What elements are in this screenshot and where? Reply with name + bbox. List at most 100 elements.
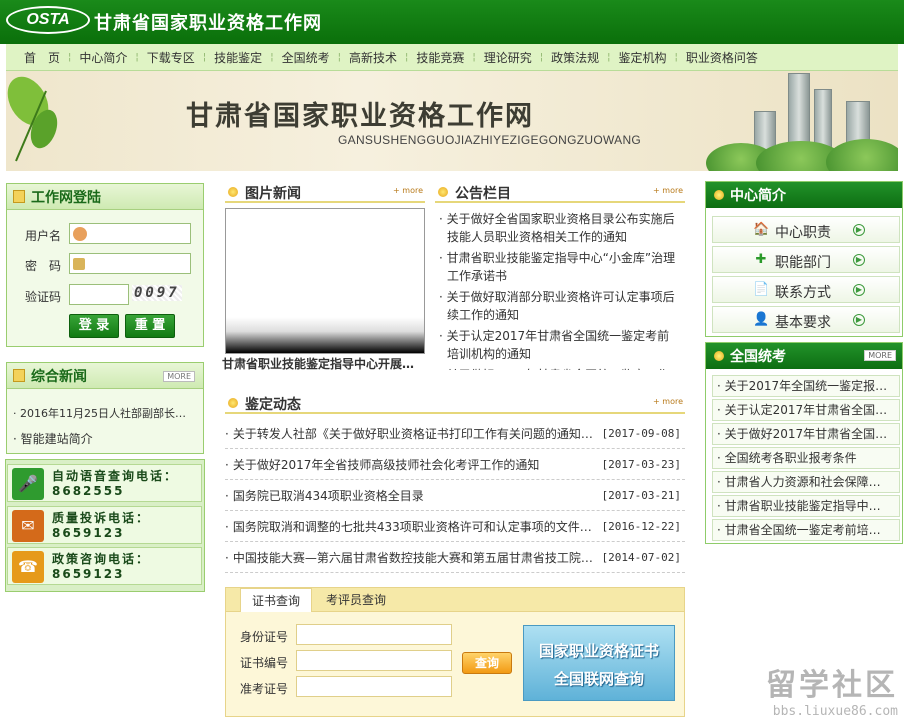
appraisal-row-title[interactable]: 国务院取消和调整的七批共433项职业资格许可和认定事项的文件… xyxy=(229,518,599,535)
nav-item[interactable]: 高新技术 xyxy=(341,49,405,66)
photo-news-caption[interactable]: 甘肃省职业技能鉴定指导中心开展… xyxy=(222,355,428,372)
list-item[interactable]: · 智能建站简介 xyxy=(13,430,93,447)
password-label: 密 码 xyxy=(25,259,62,273)
national-exam-item[interactable]: · 甘肃省职业技能鉴定指导中… xyxy=(712,495,900,517)
appraisal-row-title[interactable]: 关于转发人社部《关于做好职业资格证书打印工作有关问题的通知… xyxy=(229,425,599,442)
photo-news-image[interactable] xyxy=(225,208,425,354)
center-intro-item-label: 职能部门 xyxy=(775,255,831,271)
national-exam-item[interactable]: · 关于2017年全国统一鉴定报… xyxy=(712,375,900,397)
center-intro-item[interactable]: ✚ 职能部门 ▶ xyxy=(712,246,900,273)
combined-news-more-link[interactable]: MORE xyxy=(163,371,195,382)
notice-item[interactable]: · 关于做好取消部分职业资格许可认定事项后续工作的通知 xyxy=(437,288,681,324)
certificate-query-panel: 证书查询 考评员查询 身份证号 证书编号 准考证号 查询 国家职业资格证书 全国… xyxy=(225,587,685,717)
national-exam-item[interactable]: · 甘肃省人力资源和社会保障… xyxy=(712,471,900,493)
nav-item[interactable]: 全国统考 xyxy=(274,49,338,66)
nav-item[interactable]: 理论研究 xyxy=(476,49,540,66)
notice-item[interactable]: · 关于做好2017年甘肃省全国统一鉴定工作的 xyxy=(437,366,681,370)
notice-item[interactable]: · 关于做好全省国家职业资格目录公布实施后技能人员职业资格相关工作的通知 xyxy=(437,210,681,246)
captcha-image[interactable]: 0097 xyxy=(132,285,182,301)
id-number-input[interactable] xyxy=(296,624,452,645)
notice-list: · 关于做好全省国家职业资格目录公布实施后技能人员职业资格相关工作的通知 · 甘肃… xyxy=(437,210,681,370)
list-item[interactable]: · 2016年11月25日人社部副部长… xyxy=(13,405,186,421)
appraisal-row-date: [2016-12-22] xyxy=(601,520,681,533)
login-panel: 工作网登陆 用户名 密 码 验证码 0097 登 录 重 置 xyxy=(6,183,204,347)
nav-item[interactable]: 技能鉴定 xyxy=(206,49,270,66)
user-icon xyxy=(73,227,87,241)
captcha-input[interactable] xyxy=(69,284,129,305)
user-icon: 👤 xyxy=(753,312,770,327)
city-skyline-image xyxy=(706,71,898,171)
cert-number-input[interactable] xyxy=(296,650,452,671)
photo-news-header: 图片新闻 + more xyxy=(225,181,425,203)
reset-button[interactable]: 重 置 xyxy=(125,314,175,338)
appraisal-row-date: [2017-03-21] xyxy=(601,489,681,502)
national-exam-item[interactable]: · 关于做好2017年甘肃省全国… xyxy=(712,423,900,445)
center-intro-panel: 中心简介 🏠 中心职责 ▶ ✚ 职能部门 ▶ 📄 联系方式 ▶ 👤 基本要求 ▶ xyxy=(705,181,903,337)
appraisal-row-title[interactable]: 中国技能大赛—第六届甘肃省数控技能大赛和第五届甘肃省技工院… xyxy=(229,549,599,566)
login-button[interactable]: 登 录 xyxy=(69,314,119,338)
national-exam-item[interactable]: · 关于认定2017年甘肃省全国… xyxy=(712,399,900,421)
nav-item[interactable]: 中心简介 xyxy=(71,49,135,66)
appraisal-row[interactable]: · 关于做好2017年全省技师高级技师社会化考评工作的通知 [2017-03-23… xyxy=(225,450,685,480)
exam-number-label: 准考证号 xyxy=(240,682,289,696)
appraisal-header: 鉴定动态 + more xyxy=(225,392,685,414)
username-label: 用户名 xyxy=(25,229,62,243)
username-input[interactable] xyxy=(69,223,191,244)
appraisal-title: 鉴定动态 xyxy=(245,397,301,413)
appraisal-row-title[interactable]: 关于做好2017年全省技师高级技师社会化考评工作的通知 xyxy=(229,456,599,473)
appraisal-row-date: [2017-03-23] xyxy=(601,458,681,471)
query-button[interactable]: 查询 xyxy=(462,652,512,674)
notice-item[interactable]: · 甘肃省职业技能鉴定指导中心“小金库”治理工作承诺书 xyxy=(437,249,681,285)
appraisal-row[interactable]: · 国务院取消和调整的七批共433项职业资格许可和认定事项的文件… [2016-1… xyxy=(225,512,685,542)
photo-news-more-link[interactable]: + more xyxy=(393,186,423,195)
tab-certificate-query[interactable]: 证书查询 xyxy=(240,588,312,612)
notice-title: 公告栏目 xyxy=(455,186,511,202)
notice-item[interactable]: · 关于认定2017年甘肃省全国统一鉴定考前培训机构的通知 xyxy=(437,327,681,363)
national-exam-item[interactable]: · 全国统考各职业报考条件 xyxy=(712,447,900,469)
cert-number-label: 证书编号 xyxy=(240,656,289,670)
nav-item[interactable]: 技能竞赛 xyxy=(408,49,472,66)
appraisal-more-link[interactable]: + more xyxy=(653,397,683,406)
complaint-phone: ✉ 质量投诉电话： 8659123 xyxy=(7,506,202,544)
notice-header: 公告栏目 + more xyxy=(435,181,685,203)
appraisal-row-date: [2014-07-02] xyxy=(601,551,681,564)
nav-item[interactable]: 下载专区 xyxy=(139,49,203,66)
nav-item[interactable]: 职业资格问答 xyxy=(678,49,766,66)
captcha-label: 验证码 xyxy=(25,290,62,304)
login-panel-title: 工作网登陆 xyxy=(31,189,101,206)
plus-icon: ✚ xyxy=(755,252,767,267)
notepad-icon xyxy=(13,190,25,203)
banner-subtitle: GANSUSHENGGUOJIAZHIYEZIGEGONGZUOWANG xyxy=(338,133,642,147)
telephone-icon: ☎ xyxy=(12,551,44,583)
center-intro-item[interactable]: 👤 基本要求 ▶ xyxy=(712,306,900,333)
bullet-icon xyxy=(228,398,238,408)
document-icon: 📄 xyxy=(753,282,770,297)
national-exam-item[interactable]: · 甘肃省全国统一鉴定考前培… xyxy=(712,519,900,541)
bullet-icon xyxy=(438,187,448,197)
nav-item[interactable]: 鉴定机构 xyxy=(611,49,675,66)
star-icon xyxy=(714,351,724,361)
password-input[interactable] xyxy=(69,253,191,274)
appraisal-row[interactable]: · 关于转发人社部《关于做好职业资格证书打印工作有关问题的通知… [2017-09… xyxy=(225,419,685,449)
arrow-right-icon: ▶ xyxy=(853,254,865,266)
osta-logo[interactable]: OSTA xyxy=(6,6,90,34)
banner-title: 甘肃省国家职业资格工作网 xyxy=(186,101,534,132)
national-exam-header: 全国统考 MORE xyxy=(706,343,902,369)
appraisal-row[interactable]: · 国务院已取消434项职业资格全目录 [2017-03-21] xyxy=(225,481,685,511)
nav-item[interactable]: 首 页 xyxy=(16,49,68,66)
notice-more-link[interactable]: + more xyxy=(653,186,683,195)
national-exam-more-link[interactable]: MORE xyxy=(864,350,896,361)
nav-item[interactable]: 政策法规 xyxy=(543,49,607,66)
center-intro-item[interactable]: 🏠 中心职责 ▶ xyxy=(712,216,900,243)
national-exam-title: 全国统考 xyxy=(730,349,786,365)
national-query-banner[interactable]: 国家职业资格证书 全国联网查询 xyxy=(523,625,675,701)
arrow-right-icon: ▶ xyxy=(853,284,865,296)
appraisal-row[interactable]: · 中国技能大赛—第六届甘肃省数控技能大赛和第五届甘肃省技工院… [2014-07… xyxy=(225,543,685,573)
policy-phone: ☎ 政策咨询电话： 8659123 xyxy=(7,547,202,585)
center-intro-item-label: 基本要求 xyxy=(775,315,831,331)
center-intro-item[interactable]: 📄 联系方式 ▶ xyxy=(712,276,900,303)
tab-examiner-query[interactable]: 考评员查询 xyxy=(316,588,396,612)
banner: 甘肃省国家职业资格工作网 GANSUSHENGGUOJIAZHIYEZIGEGO… xyxy=(6,71,898,171)
appraisal-row-title[interactable]: 国务院已取消434项职业资格全目录 xyxy=(229,487,599,504)
exam-number-input[interactable] xyxy=(296,676,452,697)
